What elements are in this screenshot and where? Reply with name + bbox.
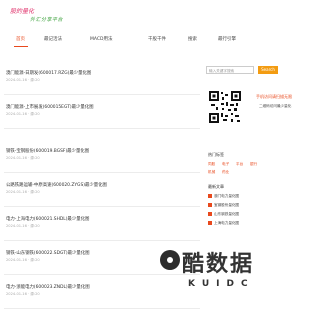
- recommend-item[interactable]: 澳门电力量化图: [208, 194, 239, 199]
- list-item[interactable]: 钢铁-宝钢股份(600019.BGSF)最少量化图 2024-01-16 · 源…: [4, 138, 200, 173]
- recommend-title[interactable]: 澳门电力量化图: [214, 194, 239, 198]
- rank-badge: [208, 221, 212, 225]
- article-date: 2024-01-16 · 源:20: [6, 292, 40, 296]
- article-date: 2024-01-16 · 源:20: [6, 156, 40, 160]
- article-date: 2024-01-16 · 源:20: [6, 224, 40, 228]
- rank-badge: [208, 212, 212, 216]
- watermark-subtext: KUIDC: [188, 279, 255, 289]
- rank-badge: [208, 194, 212, 198]
- watermark-logo: 酷数据 KUIDC: [160, 244, 300, 300]
- nav-item-home[interactable]: 首页: [16, 35, 25, 45]
- search-button[interactable]: Search: [258, 66, 278, 74]
- tag-link[interactable]: 电子: [222, 162, 229, 167]
- nav-item-5[interactable]: 最行引擎: [218, 35, 236, 45]
- list-item[interactable]: 公路铁路运输-中原高速(600020.ZYGS)最少量化图 2024-01-16…: [4, 172, 200, 207]
- recommend-item[interactable]: 宝钢股份量化图: [208, 203, 239, 208]
- recommend-title[interactable]: 山东钢铁量化图: [214, 212, 239, 216]
- nav-item-search[interactable]: 搜索: [188, 35, 197, 45]
- site-logo[interactable]: 股的量化 外汇分享平台: [8, 6, 88, 28]
- watermark-circle-icon: [160, 250, 180, 270]
- article-title[interactable]: 澳门能源-日期发(600017.RZG)最少量化图: [6, 70, 91, 76]
- article-date: 2024-01-16 · 源:20: [6, 190, 40, 194]
- recommend-item[interactable]: 山东钢铁量化图: [208, 212, 239, 217]
- rank-badge: [208, 203, 212, 207]
- watermark-text: 酷数据: [182, 252, 255, 277]
- mp-title: 手机访问请扫描无限: [256, 94, 292, 99]
- article-title[interactable]: 电力-上海电力(600021.SHDL)最少量化图: [6, 216, 89, 222]
- recommend-title[interactable]: 宝钢股份量化图: [214, 203, 239, 207]
- tag-link[interactable]: 机械: [208, 170, 215, 175]
- article-date: 2024-01-16 · 源:20: [6, 112, 40, 116]
- logo-subtitle: 外汇分享平台: [30, 17, 64, 23]
- mp-subtitle: 二维码访问最少量化: [259, 104, 292, 108]
- qr-code-icon: [208, 90, 242, 124]
- tag-link[interactable]: 平台: [236, 162, 243, 167]
- nav-item-1[interactable]: 最记活法: [44, 35, 62, 45]
- hot-tags-heading: 热门标签: [208, 152, 224, 157]
- nav-active-indicator: [14, 46, 28, 47]
- article-date: 2024-01-16 · 源:20: [6, 78, 40, 82]
- article-title[interactable]: 公路铁路运输-中原高速(600020.ZYGS)最少量化图: [6, 182, 107, 188]
- article-title[interactable]: 电力-浙能电力(600023.ZNDL)最少量化图: [6, 284, 90, 290]
- list-item[interactable]: 澳门能源-日期发(600017.RZG)最少量化图 2024-01-16 · 源…: [4, 60, 200, 95]
- nav-item-3[interactable]: 干股干件: [148, 35, 166, 45]
- recommend-heading: 最新文章: [208, 184, 224, 189]
- recommend-item[interactable]: 上海电力量化图: [208, 221, 239, 226]
- article-title[interactable]: 澳门能源-上市展发(600015EGT)最少量化图: [6, 104, 94, 110]
- tag-link[interactable]: 银行: [250, 162, 257, 167]
- recommend-title[interactable]: 上海电力量化图: [214, 221, 239, 225]
- list-item[interactable]: 澳门能源-上市展发(600015EGT)最少量化图 2024-01-16 · 源…: [4, 94, 200, 129]
- article-date: 2024-01-16 · 源:20: [6, 258, 40, 262]
- nav-item-macd[interactable]: MACD用法: [90, 35, 113, 45]
- tag-link[interactable]: 同股: [208, 162, 215, 167]
- list-item[interactable]: 电力-上海电力(600021.SHDL)最少量化图 2024-01-16 · 源…: [4, 206, 200, 241]
- search-input[interactable]: 输入关键字搜索: [206, 66, 254, 74]
- article-title[interactable]: 钢铁-宝钢股份(600019.BGSF)最少量化图: [6, 148, 89, 154]
- article-title[interactable]: 钢铁-山东钢铁(600022.SDGT)最少量化图: [6, 250, 90, 256]
- main-nav: 首页 最记活法 MACD用法 干股干件 搜索 最行引擎: [8, 35, 292, 47]
- tag-link[interactable]: 药业: [222, 170, 229, 175]
- logo-title: 股的量化: [10, 8, 35, 15]
